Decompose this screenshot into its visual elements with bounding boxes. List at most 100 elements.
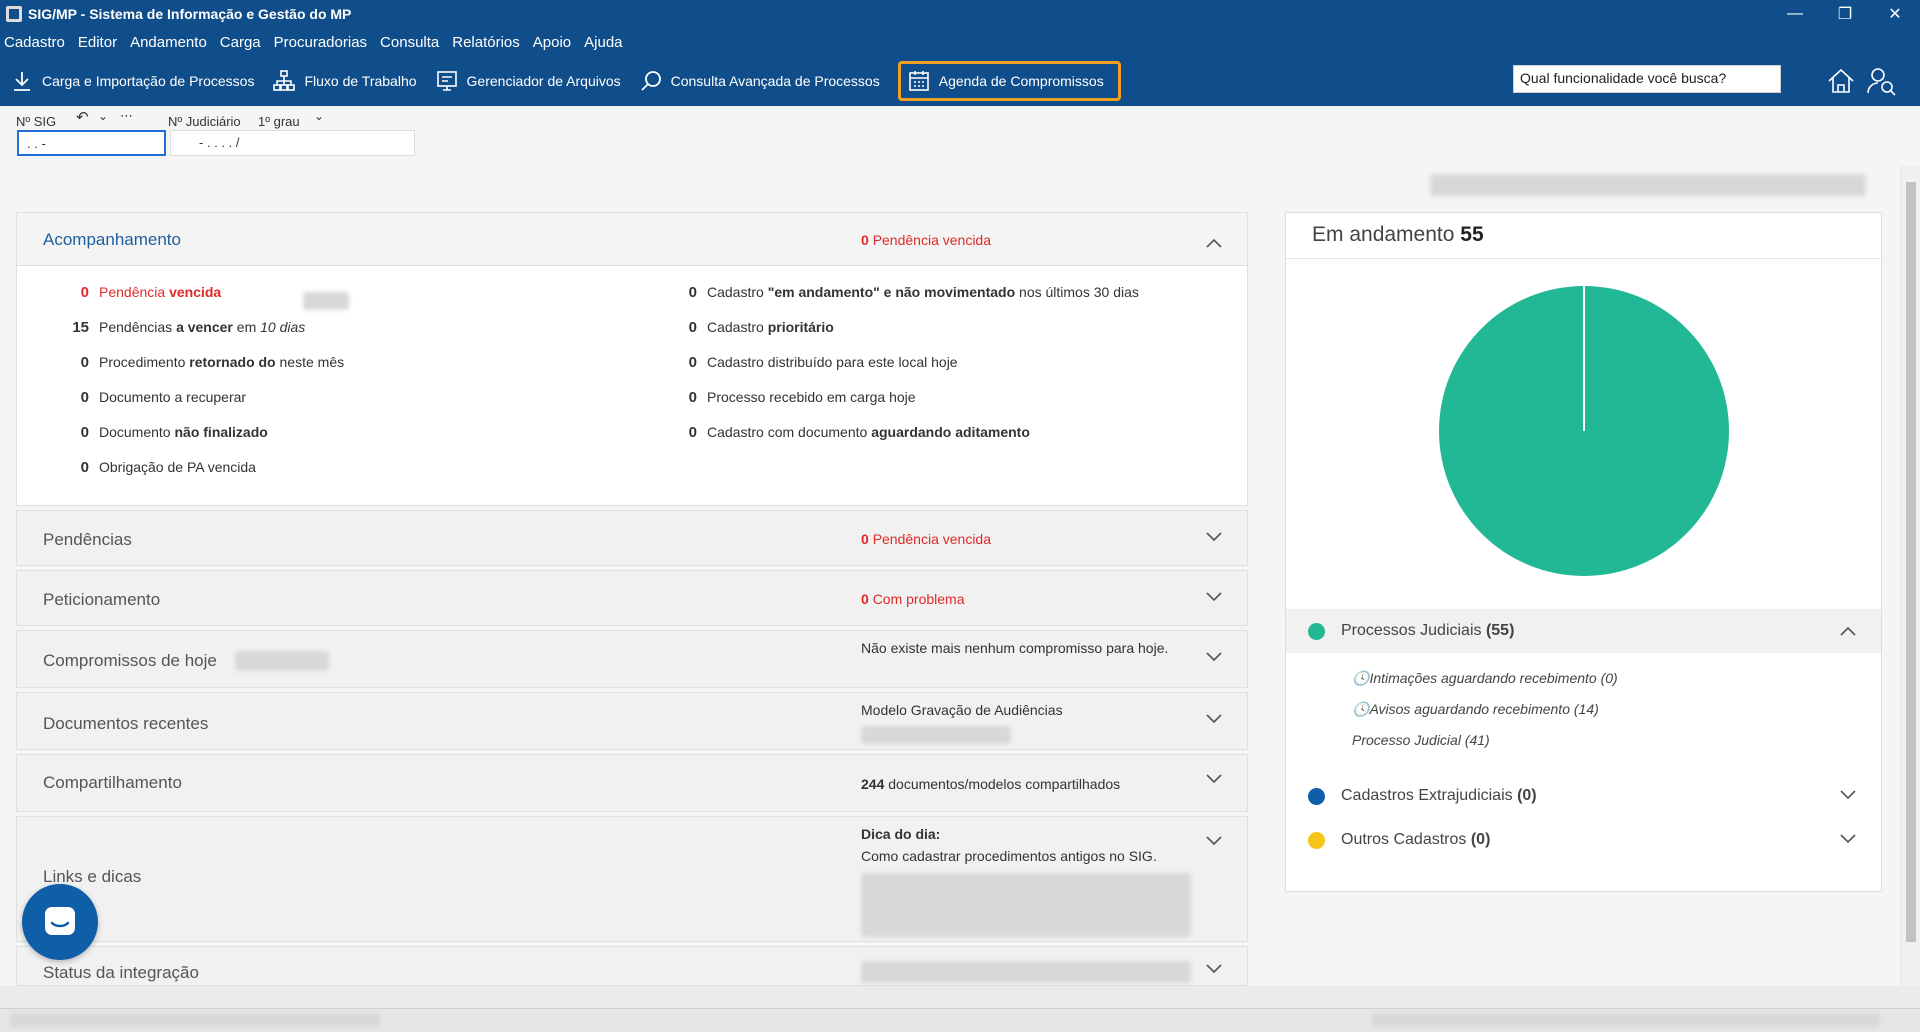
- acompanhamento-item[interactable]: 15 Pendências a vencer em 10 dias: [69, 319, 305, 336]
- chevron-down-icon[interactable]: [1205, 959, 1223, 977]
- chevron-up-icon[interactable]: [1205, 235, 1223, 253]
- legend-cadastros-extrajudiciais[interactable]: Cadastros Extrajudiciais (0): [1286, 781, 1881, 811]
- status-integracao-title: Status da integração: [43, 963, 199, 982]
- consulta-avancada-label: Consulta Avançada de Processos: [670, 73, 880, 89]
- judicial-number-label: Nº Judiciário: [168, 114, 241, 129]
- acompanhamento-item[interactable]: 0 Documento a recuperar: [69, 389, 246, 406]
- compromissos-panel[interactable]: Compromissos de hoje Não existe mais nen…: [16, 630, 1248, 688]
- acompanhamento-item[interactable]: 0 Cadastro distribuído para este local ho…: [677, 354, 958, 371]
- grau-select[interactable]: 1º grau: [258, 114, 300, 129]
- documentos-panel[interactable]: Documentos recentes Modelo Gravação de A…: [16, 692, 1248, 750]
- item-label: Documento não finalizado: [99, 424, 268, 440]
- menu-consulta[interactable]: Consulta: [380, 34, 439, 51]
- process-number-bar: Nº SIG ↶ ⌄ ⋯ . . - Nº Judiciário 1º grau…: [0, 106, 1920, 166]
- chevron-down-icon[interactable]: [1205, 587, 1223, 605]
- undo-icon[interactable]: ↶: [76, 108, 89, 126]
- restore-button[interactable]: ❐: [1820, 0, 1870, 28]
- acompanhamento-status: 0 Pendência vencida: [861, 232, 991, 248]
- menu-procuradorias[interactable]: Procuradorias: [274, 34, 367, 51]
- legend-outros-cadastros[interactable]: Outros Cadastros (0): [1286, 825, 1881, 855]
- sub-item-intimacoes[interactable]: 🕓Intimações aguardando recebimento (0): [1352, 670, 1618, 687]
- legend-dot: [1308, 831, 1325, 849]
- legend-label: Processos Judiciais: [1341, 622, 1482, 639]
- menu-andamento[interactable]: Andamento: [130, 34, 207, 51]
- agenda-compromissos-button[interactable]: Agenda de Compromissos: [897, 61, 1121, 101]
- status-integracao-panel[interactable]: Status da integração: [16, 946, 1248, 986]
- chevron-down-icon[interactable]: ⌄: [98, 109, 108, 123]
- chevron-down-icon[interactable]: [1205, 527, 1223, 545]
- chevron-up-icon[interactable]: [1839, 623, 1857, 641]
- search-icon: [640, 71, 661, 91]
- acompanhamento-item[interactable]: 0 Cadastro "em andamento" e não movimenta…: [677, 284, 1139, 301]
- scroll-thumb[interactable]: [1906, 182, 1916, 942]
- menu-editor[interactable]: Editor: [78, 34, 117, 51]
- main-scrollbar[interactable]: [1902, 166, 1920, 986]
- menu-relatorios[interactable]: Relatórios: [452, 34, 520, 51]
- carga-importacao-button[interactable]: Carga e Importação de Processos: [6, 61, 262, 101]
- close-button[interactable]: ✕: [1870, 0, 1920, 28]
- item-count: 0: [688, 319, 697, 336]
- blurred-location: [303, 292, 349, 310]
- fluxo-trabalho-label: Fluxo de Trabalho: [304, 73, 417, 89]
- item-label: Procedimento retornado do neste mês: [99, 354, 345, 370]
- item-count: 0: [80, 424, 89, 441]
- acompanhamento-item[interactable]: 0 Procedimento retornado do neste mês: [69, 354, 344, 371]
- item-label: Pendências a vencer em 10 dias: [99, 319, 306, 335]
- feature-search-input[interactable]: Qual funcionalidade você busca?: [1513, 65, 1781, 93]
- blurred-document: [861, 726, 1011, 744]
- clock-icon: 🕓: [1352, 701, 1370, 717]
- sub-item-processo-judicial[interactable]: Processo Judicial (41): [1352, 732, 1490, 748]
- sub-item-avisos[interactable]: 🕓Avisos aguardando recebimento (14): [1352, 701, 1599, 718]
- legend-processos-judiciais[interactable]: Processos Judiciais (55): [1286, 609, 1881, 653]
- sig-number-label: Nº SIG: [16, 114, 57, 129]
- dica-heading: Dica do dia:: [861, 826, 941, 842]
- user-search-icon[interactable]: [1866, 66, 1896, 96]
- item-label: Cadastro distribuído para este local hoj…: [707, 354, 958, 370]
- legend-count: (0): [1470, 831, 1491, 848]
- links-dicas-panel[interactable]: Links e dicas Dica do dia: Como cadastra…: [16, 816, 1248, 942]
- acompanhamento-item[interactable]: 0 Pendência vencida: [69, 284, 222, 301]
- more-icon[interactable]: ⋯: [120, 108, 133, 124]
- menu-apoio[interactable]: Apoio: [533, 34, 571, 51]
- consulta-avancada-button[interactable]: Consulta Avançada de Processos: [635, 61, 888, 101]
- peticionamento-status: 0 Com problema: [861, 591, 965, 607]
- chevron-down-icon[interactable]: [1839, 785, 1857, 803]
- documentos-title: Documentos recentes: [43, 714, 209, 733]
- chevron-down-icon[interactable]: [1839, 829, 1857, 847]
- peticionamento-panel[interactable]: Peticionamento 0 Com problema: [16, 570, 1248, 626]
- home-icon[interactable]: [1826, 66, 1856, 96]
- grau-chevron-icon[interactable]: ⌄: [314, 109, 324, 123]
- acompanhamento-item[interactable]: 0 Obrigação de PA vencida: [69, 459, 256, 476]
- chevron-down-icon[interactable]: [1205, 769, 1223, 787]
- chevron-down-icon[interactable]: [1205, 647, 1223, 665]
- legend-count: (0): [1517, 787, 1537, 804]
- sig-number-input[interactable]: . . -: [17, 130, 166, 156]
- acompanhamento-header[interactable]: Acompanhamento 0 Pendência vencida: [16, 212, 1248, 266]
- menu-cadastro[interactable]: Cadastro: [4, 34, 65, 51]
- card-header: Em andamento 55: [1286, 213, 1881, 259]
- menu-bar: Cadastro Editor Andamento Carga Procurad…: [0, 28, 1920, 56]
- menu-ajuda[interactable]: Ajuda: [584, 34, 622, 51]
- judicial-number-input[interactable]: - . . . . /: [170, 130, 415, 156]
- minimize-button[interactable]: —: [1770, 0, 1820, 28]
- acompanhamento-item[interactable]: 0 Cadastro prioritário: [677, 319, 834, 336]
- chat-button[interactable]: [22, 884, 98, 960]
- blurred-date: [235, 651, 329, 671]
- acompanhamento-item[interactable]: 0 Cadastro com documento aguardando adita…: [677, 424, 1030, 441]
- chevron-down-icon[interactable]: [1205, 709, 1223, 727]
- card-title: Em andamento 55: [1312, 223, 1484, 246]
- gerenciador-arquivos-button[interactable]: Gerenciador de Arquivos: [431, 61, 629, 101]
- menu-carga[interactable]: Carga: [220, 34, 261, 51]
- blurred-tip: [861, 873, 1191, 937]
- chevron-down-icon[interactable]: [1205, 831, 1223, 849]
- acompanhamento-item[interactable]: 0 Processo recebido em carga hoje: [677, 389, 916, 406]
- acompanhamento-item[interactable]: 0 Documento não finalizado: [69, 424, 268, 441]
- legend-label: Outros Cadastros: [1341, 831, 1467, 848]
- legend-dot: [1308, 622, 1325, 640]
- compartilhamento-panel[interactable]: Compartilhamento 244 documentos/modelos …: [16, 754, 1248, 812]
- fluxo-trabalho-button[interactable]: Fluxo de Trabalho: [268, 61, 424, 101]
- gerenciador-arquivos-label: Gerenciador de Arquivos: [466, 73, 621, 89]
- compartilhamento-title: Compartilhamento: [43, 773, 182, 792]
- pendencias-panel[interactable]: Pendências 0 Pendência vencida: [16, 510, 1248, 566]
- download-icon: [14, 72, 30, 91]
